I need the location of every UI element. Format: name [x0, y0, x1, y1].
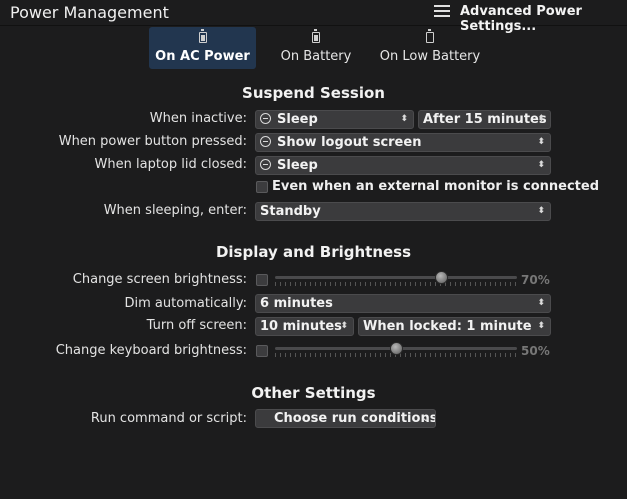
chevron-updown-icon: ⬍ [537, 114, 545, 124]
turn-off-when-locked-value: When locked: 1 minute [363, 319, 532, 334]
tab-label: On Battery [280, 49, 352, 64]
power-button-label: When power button pressed: [58, 134, 247, 149]
slider-handle[interactable] [389, 342, 403, 355]
when-inactive-label: When inactive: [149, 111, 247, 126]
lid-closed-action-select[interactable]: Sleep ⬍ [255, 156, 551, 175]
header-bar: Power Management Advanced Power Settings… [0, 0, 627, 34]
screen-brightness-percent: 70% [521, 273, 550, 287]
dim-automatically-label: Dim automatically: [124, 296, 247, 311]
sleeping-enter-label: When sleeping, enter: [103, 203, 247, 218]
sleep-icon [260, 113, 271, 124]
chevron-updown-icon: ⬍ [400, 114, 408, 124]
screen-brightness-slider[interactable] [275, 271, 517, 291]
tab-on-low-battery[interactable]: On Low Battery [376, 27, 484, 69]
battery-low-icon [426, 29, 434, 43]
battery-icon [312, 29, 320, 43]
external-monitor-checkbox[interactable] [256, 181, 268, 193]
when-inactive-delay-select[interactable]: After 15 minutes ⬍ [418, 110, 551, 129]
dim-automatically-select[interactable]: 6 minutes ⬍ [255, 294, 551, 313]
tab-label: On Low Battery [379, 49, 481, 64]
hamburger-menu-icon[interactable] [434, 5, 450, 19]
lid-closed-label: When laptop lid closed: [94, 157, 247, 172]
battery-charging-icon [198, 29, 207, 43]
tab-on-ac-power[interactable]: On AC Power [149, 27, 256, 69]
screen-brightness-checkbox[interactable] [256, 274, 268, 286]
keyboard-brightness-label: Change keyboard brightness: [55, 343, 247, 358]
when-inactive-action-value: Sleep [277, 112, 318, 127]
profile-tabs: On AC Power On Battery On Low Battery [0, 27, 627, 71]
screen-brightness-label: Change screen brightness: [72, 272, 247, 287]
tab-label: On AC Power [155, 49, 250, 64]
other-settings-heading: Other Settings [251, 384, 376, 402]
logout-icon [260, 136, 271, 147]
chevron-updown-icon: ⬍ [537, 206, 545, 216]
display-brightness-heading: Display and Brightness [215, 243, 412, 261]
chevron-updown-icon: ⬍ [537, 137, 545, 147]
keyboard-brightness-checkbox[interactable] [256, 345, 268, 357]
slider-ticks [275, 282, 517, 286]
sleeping-enter-value: Standby [260, 204, 321, 219]
chevron-updown-icon: ⬍ [537, 321, 545, 331]
chevron-down-icon: ⌄ [421, 413, 430, 424]
run-command-label: Run command or script: [90, 411, 247, 426]
choose-run-conditions-button[interactable]: Choose run conditions ⌄ [255, 409, 436, 428]
chevron-updown-icon: ⬍ [537, 298, 545, 308]
power-button-action-select[interactable]: Show logout screen ⬍ [255, 133, 551, 152]
when-inactive-action-select[interactable]: Sleep ⬍ [255, 110, 414, 129]
slider-track [275, 276, 517, 279]
power-button-action-value: Show logout screen [277, 135, 422, 150]
external-monitor-label: Even when an external monitor is connect… [272, 179, 600, 194]
lid-closed-action-value: Sleep [277, 158, 318, 173]
keyboard-brightness-percent: 50% [521, 344, 550, 358]
dim-automatically-value: 6 minutes [260, 296, 333, 311]
turn-off-screen-select[interactable]: 10 minutes ⬍ [255, 317, 354, 336]
turn-off-when-locked-select[interactable]: When locked: 1 minute ⬍ [358, 317, 551, 336]
keyboard-brightness-slider[interactable] [275, 342, 517, 362]
sleep-icon [260, 159, 271, 170]
turn-off-screen-value: 10 minutes [260, 319, 342, 334]
sleeping-enter-select[interactable]: Standby ⬍ [255, 202, 551, 221]
turn-off-screen-label: Turn off screen: [146, 318, 247, 333]
suspend-session-heading: Suspend Session [242, 84, 385, 102]
tab-on-battery[interactable]: On Battery [266, 27, 366, 69]
chevron-updown-icon: ⬍ [537, 160, 545, 170]
chevron-updown-icon: ⬍ [340, 321, 348, 331]
when-inactive-delay-value: After 15 minutes [423, 112, 547, 127]
page-title: Power Management [10, 3, 169, 22]
choose-run-conditions-label: Choose run conditions [274, 411, 436, 426]
